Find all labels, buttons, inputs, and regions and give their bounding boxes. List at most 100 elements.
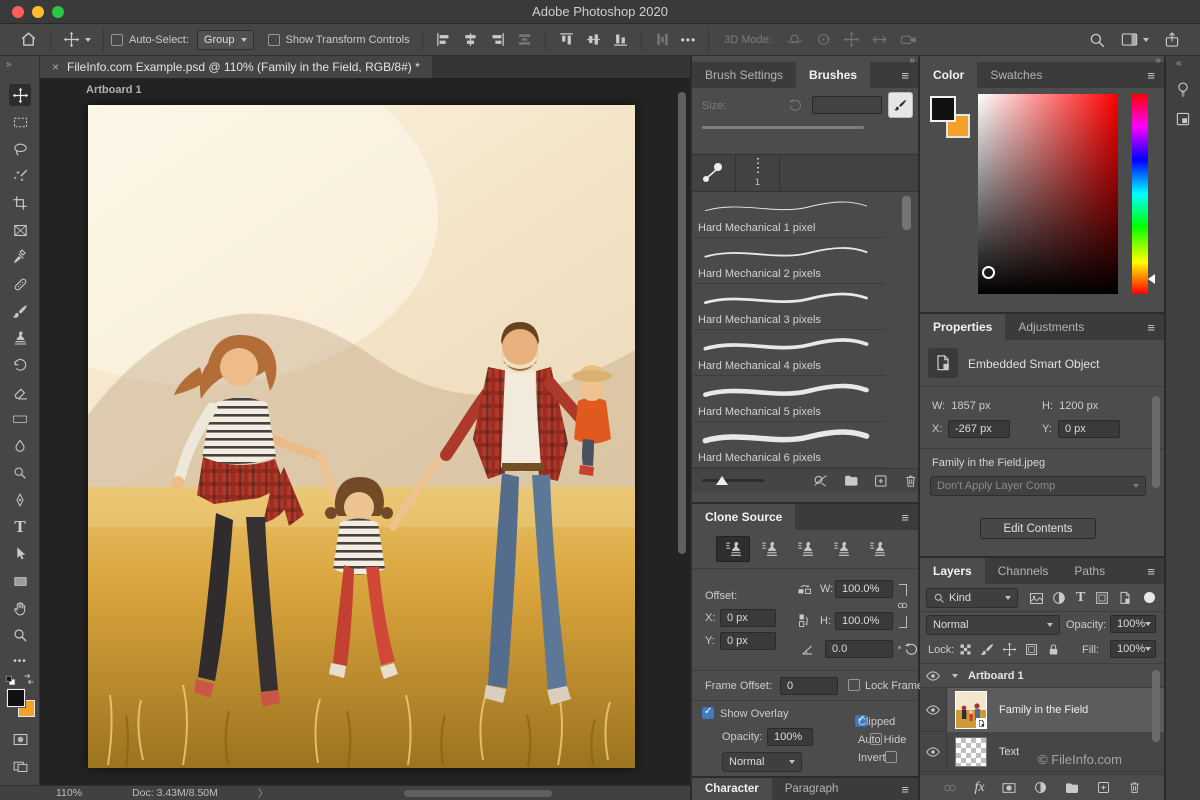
canvas-area[interactable]: Artboard 1 [40, 78, 690, 785]
workspace-switcher[interactable] [1115, 27, 1154, 53]
foreground-color-well[interactable] [930, 96, 956, 122]
recent-brush-2[interactable]: 1 [736, 155, 780, 191]
foreground-color-swatch[interactable] [7, 689, 25, 707]
clone-source-4-button[interactable] [824, 536, 858, 562]
layer-style-fx-icon[interactable]: fx [974, 780, 984, 796]
opacity-input[interactable]: 100% [1110, 615, 1156, 633]
minimize-window-button[interactable] [32, 6, 44, 18]
collapse-brushes-icon[interactable]: » [909, 55, 914, 66]
properties-menu-icon[interactable]: ≡ [1138, 320, 1164, 335]
width-input[interactable]: 100.0% [835, 580, 893, 598]
clone-source-5-button[interactable] [860, 536, 894, 562]
filter-smart-objects-icon[interactable] [1117, 590, 1133, 606]
home-button[interactable] [14, 27, 43, 53]
tab-swatches[interactable]: Swatches [977, 62, 1055, 88]
align-right-button[interactable] [484, 27, 511, 53]
angle-input[interactable]: 0.0 [825, 640, 893, 658]
swap-colors-icon[interactable] [22, 672, 36, 686]
color-panel-menu-icon[interactable]: ≡ [1138, 68, 1164, 83]
move-tool[interactable] [9, 84, 31, 106]
align-bottom-button[interactable] [607, 27, 634, 53]
tab-layers[interactable]: Layers [920, 558, 985, 584]
align-center-h-button[interactable] [457, 27, 484, 53]
add-mask-icon[interactable] [1001, 780, 1017, 796]
learn-panel-icon[interactable] [1172, 78, 1194, 100]
brush-preview-toggle-button[interactable] [888, 92, 913, 118]
collapse-tools-icon[interactable]: » [6, 59, 11, 70]
auto-select-target-dropdown[interactable]: Group [197, 30, 254, 50]
quick-mask-button[interactable] [9, 728, 31, 750]
align-center-v-button[interactable] [580, 27, 607, 53]
show-transform-checkbox[interactable] [268, 34, 280, 46]
layer-row-family[interactable]: Family in the Field [920, 688, 1164, 732]
visibility-eye-icon[interactable] [920, 668, 946, 684]
invert-checkbox[interactable] [885, 751, 897, 763]
edit-toolbar-button[interactable]: ••• [9, 650, 31, 672]
tab-paragraph[interactable]: Paragraph [772, 778, 852, 800]
object-selection-tool[interactable] [9, 165, 31, 187]
status-chevron-icon[interactable]: 〉 [258, 786, 269, 800]
eraser-tool[interactable] [9, 381, 31, 403]
lock-pixels-icon[interactable] [980, 642, 995, 657]
eyedropper-tool[interactable] [9, 246, 31, 268]
link-wh-icon[interactable] [896, 599, 909, 612]
document-tab[interactable]: × FileInfo.com Example.psd @ 110% (Famil… [40, 56, 432, 78]
filter-shape-layers-icon[interactable] [1094, 590, 1110, 606]
brush-preset-item[interactable]: Hard Mechanical 5 pixels [692, 376, 886, 422]
tab-color[interactable]: Color [920, 62, 977, 88]
edit-contents-button[interactable]: Edit Contents [980, 518, 1096, 539]
lock-position-icon[interactable] [1002, 642, 1017, 657]
filter-pixel-layers-icon[interactable] [1028, 590, 1045, 607]
distribute-h-button[interactable] [511, 27, 538, 53]
filter-adjustment-layers-icon[interactable] [1051, 590, 1067, 606]
stroke-preview-toggle-icon[interactable] [812, 472, 828, 489]
default-colors-icon[interactable] [4, 674, 17, 687]
brush-size-input[interactable] [812, 96, 882, 114]
properties-scrollbar[interactable] [1152, 396, 1160, 488]
marquee-tool[interactable] [9, 111, 31, 133]
height-input[interactable]: 100.0% [835, 612, 893, 630]
lock-transparent-icon[interactable] [958, 642, 973, 657]
expand-artboard-icon[interactable] [952, 674, 958, 678]
layer-comp-dropdown[interactable]: Don't Apply Layer Comp [930, 476, 1146, 496]
type-panel-menu-icon[interactable]: ≡ [892, 782, 918, 797]
tab-brush-settings[interactable]: Brush Settings [692, 62, 796, 88]
lock-artboard-icon[interactable] [1024, 642, 1039, 657]
brush-preset-item[interactable]: Hard Mechanical 4 pixels [692, 330, 886, 376]
expand-rail-icon[interactable]: « [1176, 58, 1181, 69]
lock-all-icon[interactable] [1046, 642, 1061, 657]
lasso-tool[interactable] [9, 138, 31, 160]
spot-healing-tool[interactable] [9, 273, 31, 295]
type-tool[interactable]: T [9, 516, 31, 538]
auto-select-checkbox[interactable] [111, 34, 123, 46]
tab-paths[interactable]: Paths [1061, 558, 1118, 584]
new-brush-group-icon[interactable] [843, 472, 859, 489]
frame-tool[interactable] [9, 219, 31, 241]
blur-tool[interactable] [9, 435, 31, 457]
brush-preset-item[interactable]: Hard Mechanical 3 pixels [692, 284, 886, 330]
artboard-label[interactable]: Artboard 1 [86, 84, 142, 96]
slider-thumb-icon[interactable] [716, 476, 728, 485]
distribute-v-button[interactable] [649, 27, 676, 53]
layer-thumbnail[interactable] [955, 737, 987, 767]
zoom-tool[interactable] [9, 624, 31, 646]
layers-scrollbar[interactable] [1152, 670, 1160, 742]
libraries-panel-icon[interactable] [1172, 108, 1194, 130]
flip-vertical-icon[interactable] [796, 612, 813, 629]
align-top-button[interactable] [553, 27, 580, 53]
offset-x-input[interactable]: 0 px [720, 609, 776, 627]
brush-size-slider[interactable] [702, 126, 864, 129]
filter-toggle-icon[interactable] [1144, 592, 1155, 603]
brushes-panel-menu-icon[interactable]: ≡ [892, 68, 918, 83]
rectangle-tool[interactable] [9, 570, 31, 592]
canvas-horizontal-scrollbar[interactable] [404, 790, 552, 797]
overlay-blend-dropdown[interactable]: Normal [722, 752, 802, 772]
clone-stamp-tool[interactable] [9, 327, 31, 349]
filter-type-layers-icon[interactable]: T [1076, 590, 1085, 606]
tab-character[interactable]: Character [692, 778, 772, 800]
path-selection-tool[interactable] [9, 543, 31, 565]
collapse-color-icon[interactable]: » [1155, 55, 1160, 66]
close-tab-icon[interactable]: × [52, 60, 59, 74]
move-tool-preset[interactable] [58, 27, 96, 53]
crop-tool[interactable] [9, 192, 31, 214]
